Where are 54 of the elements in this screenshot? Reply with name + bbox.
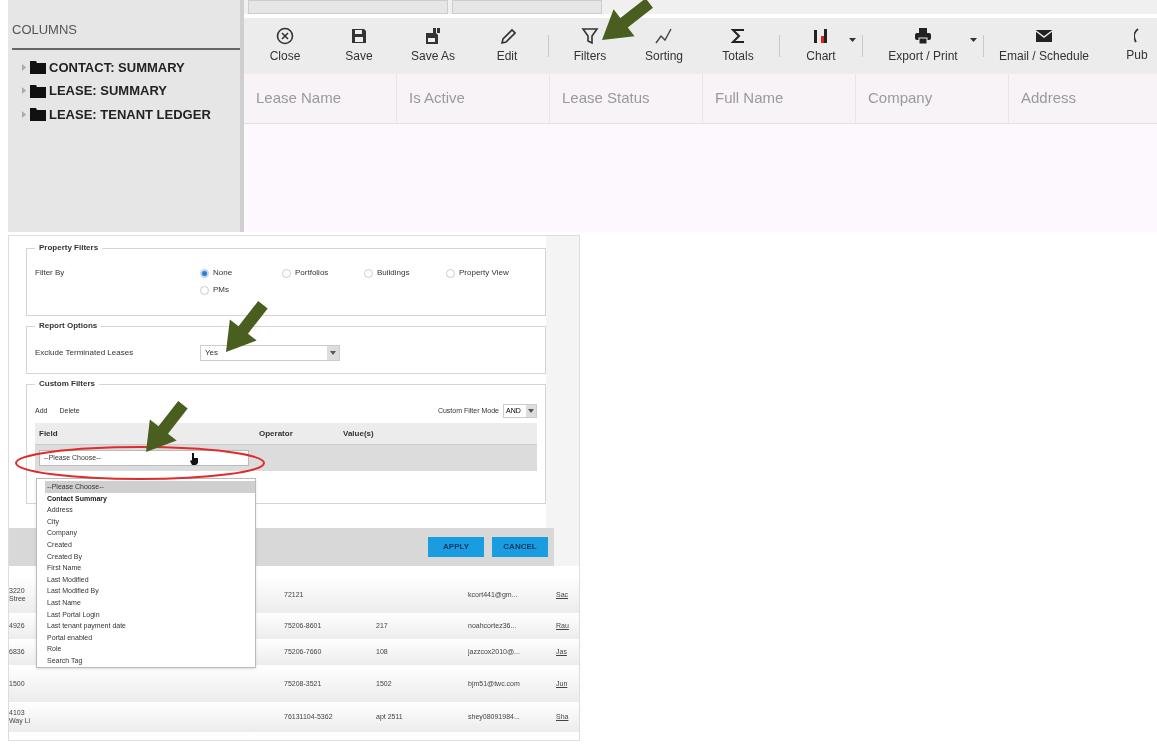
toolbar-button[interactable]: Pub bbox=[1100, 24, 1157, 68]
cancel-button[interactable]: CANCEL bbox=[492, 537, 548, 557]
toolbar-button[interactable]: Save As bbox=[396, 24, 470, 68]
radio-button[interactable] bbox=[446, 268, 455, 278]
panel-title: COLUMNS bbox=[12, 20, 240, 50]
column-header[interactable]: Operator bbox=[255, 427, 339, 440]
sigma-icon bbox=[729, 27, 747, 45]
radio-button[interactable] bbox=[200, 268, 209, 278]
radio-label: Property View bbox=[459, 267, 509, 279]
pencil-icon bbox=[498, 27, 516, 45]
radio-label: PMs bbox=[213, 284, 229, 296]
radio-label: Portfolios bbox=[295, 267, 329, 279]
column-header[interactable]: Value(s) bbox=[339, 427, 459, 440]
toolbar-button[interactable]: Email / Schedule bbox=[988, 24, 1100, 68]
floppy-disk-icon bbox=[424, 27, 442, 45]
radio-button[interactable] bbox=[282, 268, 291, 278]
arrow-annotation bbox=[146, 401, 188, 452]
radio-label: Buildings bbox=[377, 267, 410, 279]
folder-icon bbox=[30, 83, 46, 98]
tree-item[interactable]: LEASE: SUMMARY bbox=[49, 81, 167, 101]
tab[interactable] bbox=[452, 0, 602, 14]
filter-icon bbox=[581, 27, 599, 45]
select-field[interactable]: Yes bbox=[200, 345, 340, 361]
toolbar-button[interactable]: Save bbox=[322, 24, 396, 68]
apply-button[interactable]: APPLY bbox=[428, 537, 484, 557]
toolbar-button[interactable]: Chart bbox=[784, 24, 858, 68]
cursor-icon bbox=[190, 453, 199, 465]
radio-label: None bbox=[213, 267, 233, 279]
radio-button[interactable] bbox=[364, 268, 373, 278]
line-chart-icon bbox=[655, 27, 673, 45]
field-label: Filter By bbox=[35, 267, 66, 279]
envelope-icon bbox=[1035, 27, 1053, 45]
column-header[interactable]: Field bbox=[35, 427, 255, 440]
bar-chart-icon bbox=[812, 27, 830, 45]
toolbar-button[interactable]: Sorting bbox=[627, 24, 701, 68]
folder-icon bbox=[30, 60, 46, 75]
arrow-annotation bbox=[602, 0, 653, 40]
tree-item[interactable]: CONTACT: SUMMARY bbox=[49, 57, 185, 77]
toolbar-button[interactable]: Totals bbox=[701, 24, 775, 68]
toolbar-button[interactable]: Edit bbox=[470, 24, 544, 68]
section-title[interactable]: Report Options bbox=[35, 320, 102, 332]
printer-icon bbox=[914, 27, 932, 45]
folder-icon bbox=[30, 107, 46, 122]
toolbar-button[interactable]: Filters bbox=[553, 24, 627, 68]
curve-icon bbox=[1134, 28, 1140, 44]
tree-item[interactable]: LEASE: TENANT LEDGER bbox=[49, 104, 211, 124]
section-title[interactable]: Property Filters bbox=[35, 242, 103, 254]
tab[interactable] bbox=[248, 0, 448, 14]
arrow-annotation bbox=[226, 301, 268, 352]
toolbar-button[interactable]: Close bbox=[248, 24, 322, 68]
close-icon bbox=[276, 27, 294, 45]
field-label: Exclude Terminated Leases bbox=[35, 347, 135, 359]
toolbar-button[interactable]: Export / Print bbox=[867, 24, 979, 68]
radio-button[interactable] bbox=[200, 285, 209, 295]
